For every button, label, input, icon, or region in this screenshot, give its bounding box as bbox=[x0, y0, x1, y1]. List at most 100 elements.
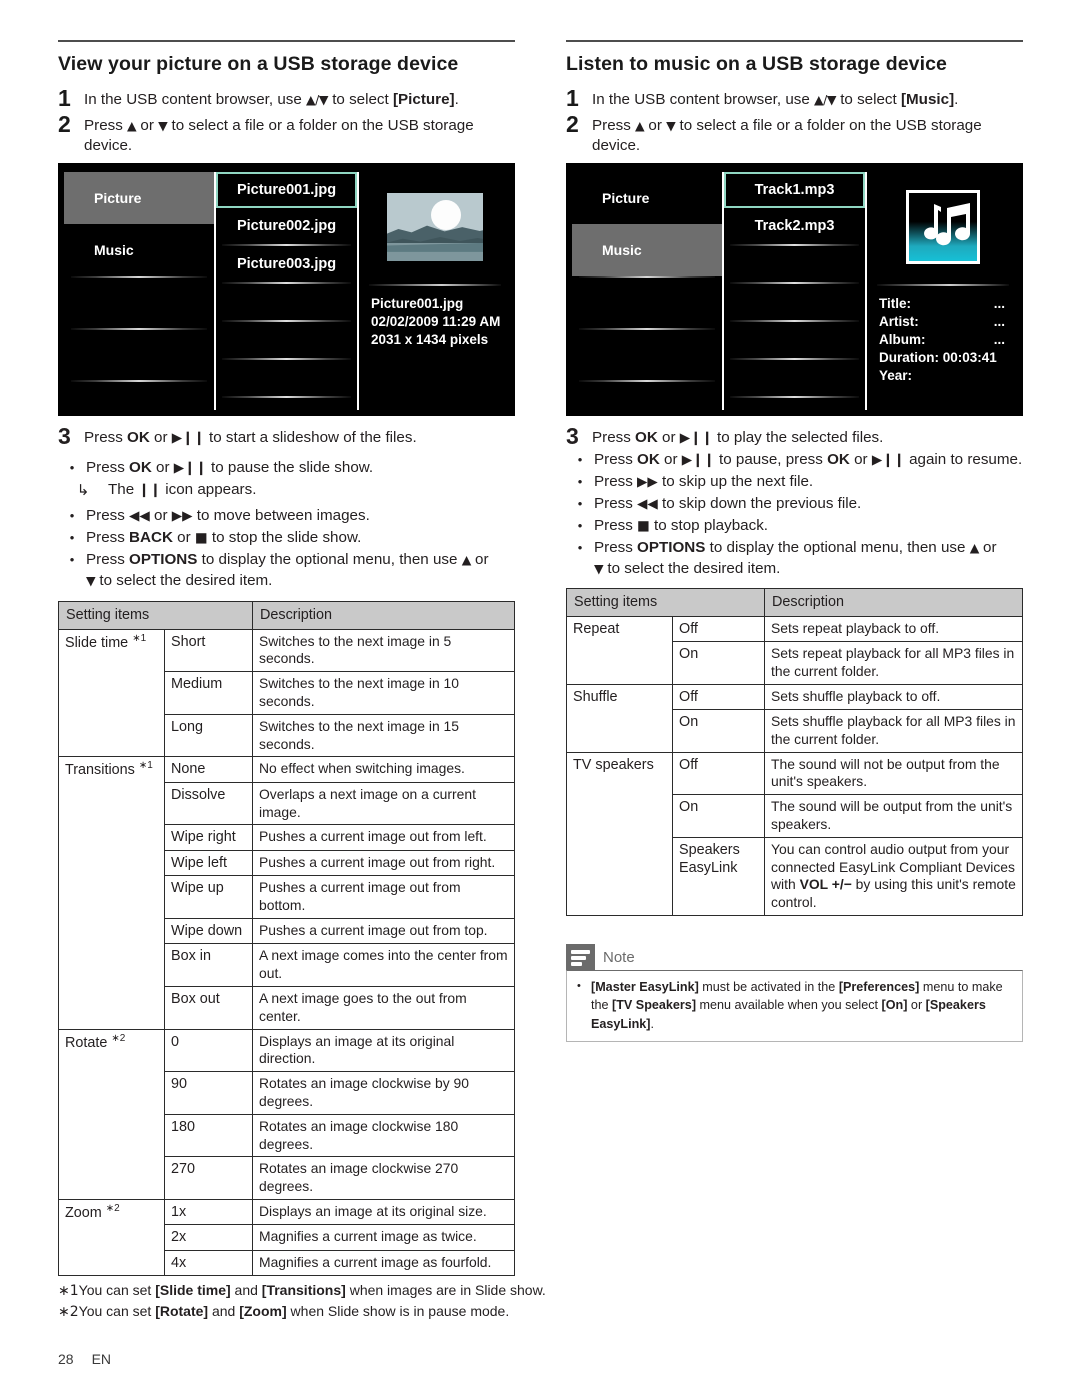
cell-value: Wipe left bbox=[164, 849, 253, 877]
cell-description: Sets shuffle playback for all MP3 files … bbox=[764, 709, 1023, 753]
metadata-value: ... bbox=[993, 313, 1005, 329]
file-divider bbox=[730, 395, 859, 398]
file-item[interactable]: Picture002.jpg bbox=[216, 208, 357, 244]
tv-file-list: Picture001.jpg Picture002.jpg Picture003… bbox=[214, 171, 359, 410]
cell-value: 270 bbox=[164, 1156, 253, 1200]
cell-value: None bbox=[164, 756, 253, 783]
sidebar-divider bbox=[71, 379, 207, 382]
keyword-transitions: [Transitions] bbox=[261, 1282, 346, 1299]
cell-description: Displays an image at its original direct… bbox=[252, 1028, 515, 1073]
left-bullets: • Press OK or ▶❙❙ to pause the slide sho… bbox=[58, 458, 515, 592]
bullet-text: Press OPTIONS to display the optional me… bbox=[594, 538, 1023, 580]
note-item: • [Master EasyLink] must be activated in… bbox=[577, 978, 1012, 1033]
cell-value: 4x bbox=[164, 1249, 253, 1277]
cell-value: On bbox=[672, 641, 765, 685]
file-item-selected[interactable]: Track1.mp3 bbox=[724, 171, 865, 208]
cell-value: 2x bbox=[164, 1224, 253, 1251]
vol-key-label: VOL +/− bbox=[799, 876, 852, 893]
footnote-marker: ∗1 bbox=[138, 760, 153, 772]
tv-detail-panel: Picture001.jpg 02/02/2009 11:29 AM 2031 … bbox=[361, 172, 509, 410]
file-item-label: Picture003.jpg bbox=[236, 255, 337, 272]
up-arrow-icon: ▲ bbox=[127, 117, 137, 133]
cell-value: Speakers EasyLink bbox=[672, 836, 765, 917]
ok-key-label: OK bbox=[635, 428, 658, 446]
step-number: 3 bbox=[566, 422, 579, 449]
cell-value: Wipe down bbox=[164, 917, 253, 945]
cell-description: Magnifies a current image as fourfold. bbox=[252, 1249, 515, 1277]
music-note-thumbnail-icon bbox=[906, 189, 980, 264]
cell-value: Long bbox=[164, 713, 253, 758]
header-setting-items: Setting items bbox=[566, 588, 765, 617]
metadata-row: Title:... bbox=[879, 295, 1013, 313]
file-item[interactable]: Picture003.jpg bbox=[216, 246, 357, 282]
left-footnotes: ∗1You can set [Slide time] and [Transiti… bbox=[58, 1281, 546, 1323]
cell-setting-name: TV speakers bbox=[566, 751, 673, 917]
file-item-empty bbox=[724, 246, 865, 282]
table-row: Slide time ∗1 Short Switches to the next… bbox=[58, 628, 515, 758]
bullet-item: • Press ■ to stop playback. bbox=[566, 516, 1023, 537]
bullet-dot: • bbox=[577, 980, 581, 993]
file-item-label: Picture001.jpg bbox=[236, 181, 337, 198]
cell-description: Displays an image at its original size. bbox=[252, 1198, 515, 1226]
options-key-label: OPTIONS bbox=[637, 539, 706, 557]
sidebar-item-label: Picture bbox=[94, 189, 142, 206]
bullet-dot: • bbox=[577, 474, 583, 490]
note-item-text: [Master EasyLink] must be activated in t… bbox=[591, 980, 1003, 1031]
cell-value: Box in bbox=[164, 943, 253, 987]
footnote-marker: ∗2 bbox=[58, 1304, 79, 1321]
ok-key-label: OK bbox=[127, 428, 150, 446]
file-item-selected[interactable]: Picture001.jpg bbox=[216, 171, 357, 208]
cell-description: Sets repeat playback to off. bbox=[764, 615, 1023, 643]
keyword-music: [Music] bbox=[900, 91, 955, 108]
cell-value: On bbox=[672, 794, 765, 838]
metadata-label: Album: bbox=[879, 331, 926, 347]
step-number: 2 bbox=[58, 110, 71, 137]
bullet-text: Press OK or ▶❙❙ to pause, press OK or ▶❙… bbox=[594, 451, 1023, 469]
tv-screenshot-picture-browser: Picture Music Picture001.jpg Picture002.… bbox=[58, 162, 515, 416]
sidebar-item-picture[interactable]: Picture bbox=[64, 171, 214, 224]
bullet-item: • Press ▶▶ to skip up the next file. bbox=[566, 472, 1023, 493]
picture-landscape-thumbnail-icon bbox=[387, 192, 483, 261]
cell-description: Magnifies a current image as twice. bbox=[252, 1224, 515, 1251]
file-item[interactable]: Track2.mp3 bbox=[724, 208, 865, 244]
cell-value: Wipe up bbox=[164, 875, 253, 919]
music-settings-table: Setting items Description Repeat Off Set… bbox=[566, 588, 1023, 917]
step-number: 2 bbox=[566, 110, 579, 137]
cell-value: 180 bbox=[164, 1113, 253, 1158]
cell-value: 0 bbox=[164, 1028, 253, 1073]
table-row: Repeat Off Sets repeat playback to off. bbox=[566, 615, 1023, 685]
sidebar-empty-row bbox=[64, 330, 214, 380]
sidebar-empty-row bbox=[572, 330, 722, 380]
back-key-label: BACK bbox=[129, 529, 173, 547]
metadata-label: Year: bbox=[879, 367, 913, 383]
sidebar-item-label: Picture bbox=[602, 189, 650, 206]
cell-setting-name: Zoom ∗2 bbox=[58, 1198, 165, 1277]
pause-icon: ❙❙ bbox=[138, 482, 162, 499]
cell-description: A next image comes into the center from … bbox=[252, 943, 515, 987]
language-code: EN bbox=[91, 1351, 112, 1367]
cell-description: Pushes a current image out from top. bbox=[252, 917, 515, 945]
cell-value: Medium bbox=[164, 671, 253, 715]
sidebar-item-music[interactable]: Music bbox=[64, 224, 214, 276]
table-header-row: Setting items Description bbox=[566, 588, 1023, 617]
cell-value: Off bbox=[672, 683, 765, 711]
header-setting-items: Setting items bbox=[58, 601, 253, 630]
cell-value: Off bbox=[672, 751, 765, 796]
metadata-label: Duration: 00:03:41 bbox=[879, 349, 997, 365]
stop-icon: ■ bbox=[637, 518, 650, 535]
cell-description: Switches to the next image in 10 seconds… bbox=[252, 671, 515, 715]
keyword-on: [On] bbox=[881, 998, 908, 1013]
step-item: 2 Press ▲ or ▼ to select a file or a fol… bbox=[58, 110, 515, 157]
sidebar-item-picture[interactable]: Picture bbox=[572, 172, 722, 224]
cell-description: Rotates an image clockwise 180 degrees. bbox=[252, 1113, 515, 1158]
sidebar-item-music[interactable]: Music bbox=[572, 223, 722, 276]
file-item-empty bbox=[216, 360, 357, 396]
cell-value: 1x bbox=[164, 1198, 253, 1226]
metadata-label: Artist: bbox=[879, 313, 919, 329]
step-text: In the USB content browser, use ▲/▼ to s… bbox=[84, 91, 459, 108]
up-arrow-icon: ▲ bbox=[635, 117, 645, 133]
bullet-dot: • bbox=[577, 540, 583, 556]
bullet-text-continued: ▼ to select the desired item. bbox=[86, 572, 273, 590]
tv-detail-panel: Title:... Artist:... Album:... Duration:… bbox=[869, 172, 1017, 410]
bullet-text-continued: ▼ to select the desired item. bbox=[594, 560, 781, 578]
